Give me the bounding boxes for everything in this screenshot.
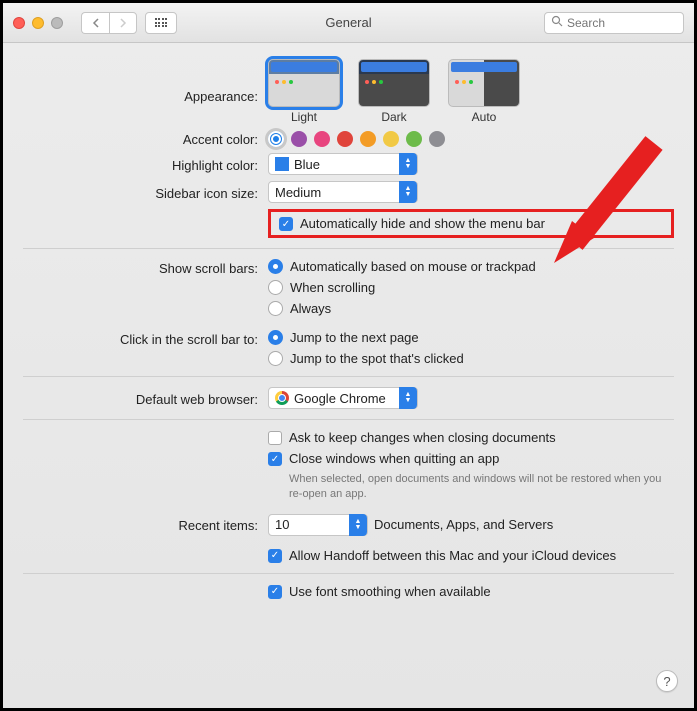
accent-swatch[interactable]: [337, 131, 353, 147]
scrollbars-radio-always[interactable]: [268, 301, 283, 316]
autohide-menubar-label: Automatically hide and show the menu bar: [300, 216, 545, 231]
appearance-dark[interactable]: Dark: [358, 59, 430, 124]
scrollbars-opt-auto: Automatically based on mouse or trackpad: [290, 259, 536, 274]
divider: [23, 376, 674, 377]
recent-suffix: Documents, Apps, and Servers: [374, 517, 553, 532]
search-field[interactable]: [544, 12, 684, 34]
accent-swatch[interactable]: [291, 131, 307, 147]
handoff-checkbox[interactable]: [268, 549, 282, 563]
sidebar-size-label: Sidebar icon size:: [23, 184, 268, 201]
chevron-right-icon: [119, 18, 127, 28]
stepper-icon: ▲▼: [399, 153, 417, 175]
titlebar: General: [3, 3, 694, 43]
sidebar-size-select[interactable]: Medium ▲▼: [268, 181, 418, 203]
divider: [23, 419, 674, 420]
accent-swatch[interactable]: [360, 131, 376, 147]
highlight-value: Blue: [294, 157, 320, 172]
appearance-auto-label: Auto: [472, 110, 497, 124]
scrollclick-radio-spot[interactable]: [268, 351, 283, 366]
accent-swatch[interactable]: [268, 131, 284, 147]
close-windows-label: Close windows when quitting an app: [289, 451, 499, 466]
scrollbars-radio-scrolling[interactable]: [268, 280, 283, 295]
sidebar-size-value: Medium: [275, 185, 321, 200]
help-button[interactable]: ?: [656, 670, 678, 692]
forward-button[interactable]: [109, 12, 137, 34]
scrollbars-opt-scrolling: When scrolling: [290, 280, 375, 295]
appearance-light-label: Light: [291, 110, 317, 124]
handoff-label: Allow Handoff between this Mac and your …: [289, 548, 616, 563]
scrollclick-opt-page: Jump to the next page: [290, 330, 419, 345]
divider: [23, 248, 674, 249]
fontsmoothing-label: Use font smoothing when available: [289, 584, 491, 599]
highlight-select[interactable]: Blue ▲▼: [268, 153, 418, 175]
ask-changes-label: Ask to keep changes when closing documen…: [289, 430, 556, 445]
fontsmoothing-checkbox[interactable]: [268, 585, 282, 599]
search-input[interactable]: [567, 16, 677, 30]
content-area: Appearance: Light Dark Auto: [3, 43, 694, 625]
chrome-icon: [275, 391, 289, 405]
grid-icon: [155, 18, 168, 27]
scrollbars-opt-always: Always: [290, 301, 331, 316]
browser-select[interactable]: Google Chrome ▲▼: [268, 387, 418, 409]
scrollbars-label: Show scroll bars:: [23, 259, 268, 276]
scrollclick-label: Click in the scroll bar to:: [23, 330, 268, 347]
accent-label: Accent color:: [23, 130, 268, 147]
scrollclick-opt-spot: Jump to the spot that's clicked: [290, 351, 464, 366]
appearance-label: Appearance:: [23, 59, 268, 104]
minimize-icon[interactable]: [32, 17, 44, 29]
chevron-left-icon: [92, 18, 100, 28]
stepper-icon: ▲▼: [349, 514, 367, 536]
appearance-dark-label: Dark: [381, 110, 406, 124]
accent-swatch[interactable]: [383, 131, 399, 147]
nav-group: [81, 12, 137, 34]
search-icon: [551, 15, 563, 30]
highlight-color-icon: [275, 157, 289, 171]
autohide-menubar-checkbox[interactable]: [279, 217, 293, 231]
appearance-auto[interactable]: Auto: [448, 59, 520, 124]
ask-changes-checkbox[interactable]: [268, 431, 282, 445]
stepper-icon: ▲▼: [399, 387, 417, 409]
recent-select[interactable]: 10 ▲▼: [268, 514, 368, 536]
back-button[interactable]: [81, 12, 109, 34]
divider: [23, 573, 674, 574]
window-title: General: [325, 15, 371, 30]
close-icon[interactable]: [13, 17, 25, 29]
accent-swatch[interactable]: [314, 131, 330, 147]
close-windows-note: When selected, open documents and window…: [289, 472, 669, 502]
accent-swatch[interactable]: [429, 131, 445, 147]
accent-swatches: [268, 131, 674, 147]
show-all-button[interactable]: [145, 12, 177, 34]
browser-value: Google Chrome: [294, 391, 386, 406]
scrollbars-radio-auto[interactable]: [268, 259, 283, 274]
browser-label: Default web browser:: [23, 390, 268, 407]
scrollclick-radio-page[interactable]: [268, 330, 283, 345]
autohide-menubar-highlight: Automatically hide and show the menu bar: [268, 209, 674, 238]
recent-label: Recent items:: [23, 516, 268, 533]
stepper-icon: ▲▼: [399, 181, 417, 203]
highlight-label: Highlight color:: [23, 156, 268, 173]
close-windows-checkbox[interactable]: [268, 452, 282, 466]
preferences-window: General Appearance: Light Dark: [0, 0, 697, 711]
window-controls: [13, 17, 63, 29]
zoom-icon: [51, 17, 63, 29]
appearance-options: Light Dark Auto: [268, 59, 674, 124]
accent-swatch[interactable]: [406, 131, 422, 147]
appearance-light[interactable]: Light: [268, 59, 340, 124]
recent-value: 10: [275, 517, 289, 532]
